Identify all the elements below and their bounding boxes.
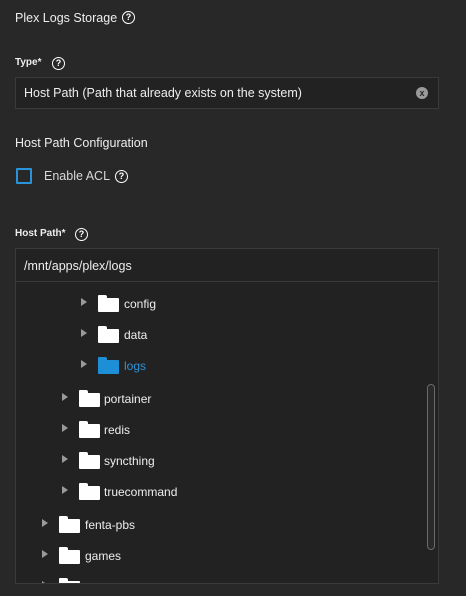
- tree-item-label: fenta-pbs: [85, 518, 136, 532]
- expand-arrow-icon[interactable]: [62, 424, 68, 432]
- enable-acl-label[interactable]: Enable ACL: [44, 169, 110, 183]
- folder-icon: [79, 390, 100, 407]
- tree-item-label: config: [124, 297, 157, 311]
- section-title: Plex Logs Storage: [15, 11, 118, 25]
- tree-item-syncthing[interactable]: syncthing: [16, 450, 438, 472]
- expand-arrow-icon[interactable]: [62, 455, 68, 463]
- tree-item-label: data: [124, 328, 148, 342]
- enable-acl-help-icon[interactable]: ?: [115, 170, 128, 183]
- tree-item-portainer[interactable]: portainer: [16, 388, 438, 410]
- expand-arrow-icon[interactable]: [62, 486, 68, 494]
- tree-item-config[interactable]: config: [16, 293, 438, 315]
- expand-arrow-icon[interactable]: [42, 581, 48, 583]
- clear-icon[interactable]: x: [416, 87, 428, 99]
- tree-item-label: portainer: [104, 392, 152, 406]
- tree-item-games[interactable]: games: [16, 545, 438, 567]
- host-path-label-text: Host Path: [15, 228, 62, 239]
- type-select-value: Host Path (Path that already exists on t…: [24, 86, 302, 100]
- tree-item-label: syncthing: [104, 454, 155, 468]
- required-mark: *: [61, 228, 66, 239]
- folder-icon: [79, 421, 100, 438]
- tree-item-partial[interactable]: [16, 576, 438, 583]
- tree-item-label: logs: [124, 359, 147, 373]
- tree-item-label: truecommand: [104, 485, 178, 499]
- tree-item-redis[interactable]: redis: [16, 419, 438, 441]
- tree-item-logs[interactable]: logs: [16, 355, 438, 377]
- tree-item-label: redis: [104, 423, 131, 437]
- expand-arrow-icon[interactable]: [62, 393, 68, 401]
- type-select[interactable]: Host Path (Path that already exists on t…: [15, 77, 439, 109]
- folder-icon: [79, 452, 100, 469]
- folder-icon: [59, 578, 80, 583]
- required-mark: *: [37, 57, 42, 68]
- enable-acl-checkbox[interactable]: [16, 168, 32, 184]
- host-path-value: /mnt/apps/plex/logs: [24, 259, 132, 273]
- tree-item-fenta-pbs[interactable]: fenta-pbs: [16, 514, 438, 536]
- folder-icon: [59, 547, 80, 564]
- folder-icon: [79, 483, 100, 500]
- type-label-text: Type: [15, 57, 38, 68]
- folder-icon: [98, 326, 119, 343]
- host-path-input[interactable]: /mnt/apps/plex/logs: [16, 249, 438, 282]
- tree-scrollbar[interactable]: [427, 384, 435, 550]
- host-path-help-icon[interactable]: ?: [75, 228, 88, 241]
- tree-item-label: games: [85, 549, 122, 563]
- type-label: Type*: [15, 57, 42, 68]
- expand-arrow-icon[interactable]: [42, 519, 48, 527]
- folder-icon: [98, 295, 119, 312]
- expand-arrow-icon[interactable]: [81, 329, 87, 337]
- plex-logs-storage-panel: Plex Logs Storage ? Type* ? Host Path (P…: [0, 0, 466, 596]
- folder-icon: [98, 357, 119, 374]
- expand-arrow-icon[interactable]: [81, 360, 87, 368]
- tree-item-data[interactable]: data: [16, 324, 438, 346]
- help-icon[interactable]: ?: [122, 11, 135, 24]
- folder-icon: [59, 516, 80, 533]
- tree-item-truecommand[interactable]: truecommand: [16, 481, 438, 503]
- expand-arrow-icon[interactable]: [81, 298, 87, 306]
- host-path-label: Host Path*: [15, 228, 66, 239]
- type-help-icon[interactable]: ?: [52, 57, 65, 70]
- host-path-config-title: Host Path Configuration: [15, 136, 148, 150]
- expand-arrow-icon[interactable]: [42, 550, 48, 558]
- host-path-explorer: /mnt/apps/plex/logs config data logs por…: [15, 248, 439, 584]
